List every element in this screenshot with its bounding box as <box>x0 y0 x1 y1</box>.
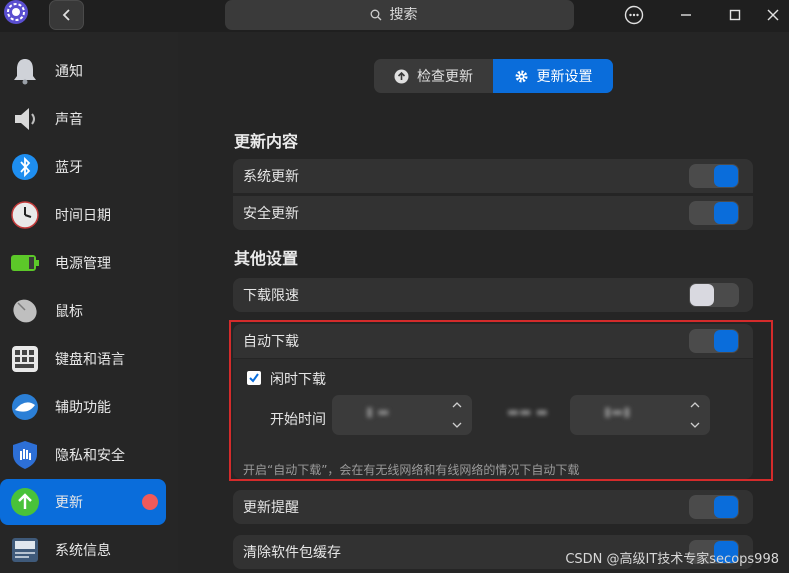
bluetooth-icon <box>10 152 40 182</box>
close-icon <box>767 9 779 21</box>
sidebar-item-label: 鼠标 <box>55 304 83 320</box>
sidebar-item-label: 电源管理 <box>55 256 111 272</box>
accessibility-icon <box>10 392 40 422</box>
bell-icon <box>10 56 40 86</box>
sidebar-item-privacy[interactable]: 隐私和安全 <box>0 432 166 478</box>
speaker-icon <box>10 104 40 134</box>
tab-label: 更新设置 <box>536 69 593 85</box>
chevron-left-icon <box>62 9 70 21</box>
sidebar-item-power[interactable]: 电源管理 <box>0 240 166 286</box>
section-title-other-settings: 其他设置 <box>234 249 299 268</box>
main-panel: 检查更新 更新设置 更新内容 系统更新 安全更新 其他设置 下载限速 自动下载 … <box>178 32 789 573</box>
security-update-toggle[interactable] <box>689 201 739 225</box>
sidebar: 通知 声音 蓝牙 时间日期 电源管理 鼠标 键盘和语言 辅助功能 隐私和安全 更… <box>0 32 178 573</box>
row-label: 下载限速 <box>243 288 299 304</box>
update-arrow-icon <box>10 487 40 517</box>
close-button[interactable] <box>760 2 786 28</box>
sidebar-item-label: 声音 <box>55 112 83 128</box>
tab-switcher: 检查更新 更新设置 <box>374 59 613 93</box>
row-update-reminder: 更新提醒 <box>233 490 753 524</box>
speed-limit-toggle[interactable] <box>689 283 739 307</box>
notification-badge <box>142 494 158 510</box>
keyboard-icon <box>10 344 40 374</box>
upload-circle-icon <box>394 69 409 83</box>
sidebar-item-datetime[interactable]: 时间日期 <box>0 192 166 238</box>
title-bar <box>0 0 789 32</box>
row-system-update: 系统更新 <box>233 159 753 193</box>
update-reminder-toggle[interactable] <box>689 495 739 519</box>
sidebar-item-keyboard[interactable]: 键盘和语言 <box>0 336 166 382</box>
minimize-icon <box>681 14 691 16</box>
shield-hand-icon <box>10 440 40 470</box>
row-label: 安全更新 <box>243 206 299 222</box>
tab-update-settings[interactable]: 更新设置 <box>493 59 613 93</box>
tab-check-updates[interactable]: 检查更新 <box>374 59 493 93</box>
sidebar-item-sound[interactable]: 声音 <box>0 96 166 142</box>
sidebar-item-label: 辅助功能 <box>55 400 111 416</box>
row-security-update: 安全更新 <box>233 196 753 230</box>
section-title-update-content: 更新内容 <box>234 132 299 151</box>
system-update-toggle[interactable] <box>689 164 739 188</box>
maximize-icon <box>729 9 741 21</box>
watermark: CSDN @高级IT技术专家secops998 <box>565 552 779 567</box>
sidebar-item-label: 系统信息 <box>55 543 111 559</box>
sidebar-item-label: 时间日期 <box>55 208 111 224</box>
row-download-speed-limit: 下载限速 <box>233 278 753 312</box>
mouse-icon <box>10 296 40 326</box>
maximize-button[interactable] <box>722 2 748 28</box>
sidebar-item-bluetooth[interactable]: 蓝牙 <box>0 144 166 190</box>
back-button[interactable] <box>49 0 84 30</box>
sidebar-item-label: 更新 <box>55 495 83 511</box>
system-info-icon <box>10 535 40 565</box>
gear-icon <box>515 70 527 82</box>
search-icon <box>370 9 381 21</box>
row-label: 更新提醒 <box>243 500 299 516</box>
sidebar-item-accessibility[interactable]: 辅助功能 <box>0 384 166 430</box>
clock-icon <box>10 200 40 230</box>
sidebar-item-label: 隐私和安全 <box>55 448 125 464</box>
search-box[interactable] <box>225 0 574 30</box>
tab-label: 检查更新 <box>417 69 473 85</box>
minimize-button[interactable] <box>673 2 699 28</box>
sidebar-item-mouse[interactable]: 鼠标 <box>0 288 166 334</box>
menu-button[interactable] <box>621 2 647 28</box>
battery-icon <box>10 248 40 278</box>
control-center-logo-icon <box>2 0 30 28</box>
row-label: 清除软件包缓存 <box>243 545 341 561</box>
sidebar-item-update[interactable]: 更新 <box>0 479 166 525</box>
sidebar-item-label: 通知 <box>55 64 83 80</box>
row-label: 系统更新 <box>243 169 299 185</box>
more-options-icon <box>624 5 644 25</box>
sidebar-item-label: 蓝牙 <box>55 160 83 176</box>
highlight-annotation-box <box>229 320 773 481</box>
search-input[interactable] <box>389 7 430 23</box>
sidebar-item-system-info[interactable]: 系统信息 <box>0 527 166 573</box>
sidebar-item-notifications[interactable]: 通知 <box>0 48 166 94</box>
sidebar-item-label: 键盘和语言 <box>55 352 125 368</box>
